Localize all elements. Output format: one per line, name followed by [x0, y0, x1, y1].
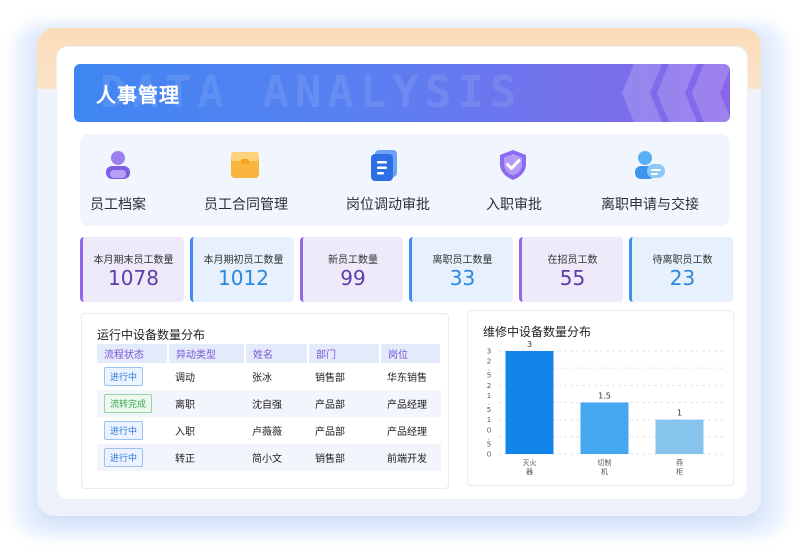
- y-tick-label: 3: [487, 348, 491, 356]
- user-exit-icon: [635, 151, 665, 179]
- table-cell: 产品经理: [387, 427, 427, 438]
- stat-label: 离职员工数量: [432, 255, 493, 266]
- stat-value: 99: [340, 266, 366, 290]
- employee-change-table: 流程状态 异动类型 姓名 部门 岗位 进行中 调动 张冰 销售部 华东销售 流转…: [97, 344, 442, 471]
- stat-card-start-employees: 本月期初员工数量 1012: [190, 237, 294, 302]
- status-badge: 流转完成: [104, 394, 153, 413]
- table-cell: 流转完成: [97, 390, 168, 417]
- stat-card-resigned-employees: 离职员工数量 33: [409, 237, 513, 302]
- bar-value-label: 1.5: [598, 392, 611, 401]
- stat-label: 在招员工数: [547, 255, 598, 266]
- menu-item-label: 岗位调动审批: [346, 197, 430, 213]
- x-tick-label: 灭火器: [523, 459, 537, 476]
- stat-card-new-employees: 新员工数量 99: [300, 237, 403, 302]
- menu-item-label: 员工档案: [90, 197, 146, 213]
- table-cell: 简小文: [245, 444, 308, 471]
- bar-value-label: 1: [677, 409, 682, 418]
- table-row[interactable]: 进行中 转正 简小文 销售部 前端开发: [97, 444, 441, 471]
- user-profile-icon: [106, 151, 130, 179]
- y-tick-label: 0.5: [487, 426, 491, 448]
- document-icon: [371, 150, 397, 181]
- table-cell: 进行中: [97, 417, 168, 444]
- bar: [580, 402, 629, 454]
- menu-item-resignation-handover[interactable]: 离职申请与交接: [590, 134, 710, 226]
- menu-item-label: 入职审批: [486, 197, 542, 213]
- stat-value: 55: [559, 266, 586, 290]
- table-panel-title: 运行中设备数量分布: [97, 328, 206, 342]
- table-row[interactable]: 流转完成 离职 沈自强 产品部 产品经理: [97, 390, 441, 417]
- stat-value: 1078: [108, 266, 159, 290]
- y-tick-label: 0: [487, 451, 491, 459]
- stat-card-end-employees: 本月期末员工数量 1078: [80, 237, 184, 302]
- bar-chart: 0 0. 5 1 1. 5 2 2. 5 3 3 灭火器 1.5 切制机 1 燕柜: [487, 340, 723, 476]
- bar: [655, 419, 704, 454]
- status-badge: 进行中: [104, 367, 144, 386]
- table-cell: 调动: [175, 373, 195, 384]
- stat-card-pending-resignation: 待离职员工数 23: [629, 237, 733, 302]
- menu-item-contract-management[interactable]: 员工合同管理: [198, 134, 294, 226]
- menu-item-onboarding-approval[interactable]: 入职审批: [478, 134, 550, 226]
- table-cell: 华东销售: [387, 373, 427, 384]
- x-tick-label: 切制机: [598, 458, 612, 476]
- menu-item-employee-profile[interactable]: 员工档案: [80, 134, 156, 226]
- table-header-row: 流程状态 异动类型 姓名 部门 岗位: [97, 344, 442, 363]
- contract-folder-icon: [231, 152, 259, 178]
- table-cell: 离职: [168, 390, 245, 417]
- y-tick-label: 1: [487, 416, 491, 424]
- stat-label: 本月期初员工数量: [203, 255, 284, 266]
- table-cell: 进行中: [97, 363, 168, 390]
- table-row[interactable]: 进行中 调动 张冰 销售部 华东销售: [97, 363, 441, 390]
- table-cell: 产品部: [315, 427, 345, 438]
- table-cell: 销售部: [315, 373, 345, 384]
- status-badge: 进行中: [104, 448, 144, 467]
- y-tick-label: 2.5: [487, 358, 491, 380]
- header-banner: DATA ANALYSIS 人事管理: [74, 64, 730, 122]
- table-cell: 沈自强: [245, 390, 308, 417]
- table-cell: 转正: [168, 444, 245, 471]
- table-cell: 前端开发: [380, 444, 441, 471]
- menu-item-transfer-approval[interactable]: 岗位调动审批: [338, 134, 438, 226]
- table-panel: 运行中设备数量分布 流程状态 异动类型 姓名 部门 岗位 进行中 调动 张冰 销…: [81, 313, 449, 489]
- y-tick-label: 2: [487, 382, 491, 390]
- quick-menu: 员工档案 员工合同管理 岗位调动审批 入职审批 离职申请与交接: [80, 134, 730, 226]
- shield-check-icon: [500, 150, 526, 180]
- stat-value: 23: [669, 266, 696, 290]
- x-tick-label: 燕柜: [676, 458, 683, 476]
- table-cell: 卢薇薇: [252, 427, 282, 438]
- bar: [505, 351, 554, 454]
- y-tick-label: 1.5: [487, 392, 491, 414]
- stat-value: 33: [449, 266, 476, 290]
- table-cell: 销售部: [308, 444, 380, 471]
- chevron-decoration-icon: [657, 64, 697, 122]
- menu-item-label: 离职申请与交接: [601, 197, 699, 213]
- column-header-status: 流程状态: [97, 344, 169, 363]
- table-cell: 产品部: [308, 390, 380, 417]
- column-header-change-type: 异动类型: [168, 344, 246, 363]
- table-cell: 入职: [175, 427, 195, 438]
- table-cell: 产品经理: [380, 390, 441, 417]
- column-header-position: 岗位: [380, 344, 442, 363]
- column-header-name: 姓名: [245, 344, 309, 363]
- stat-label: 本月期末员工数量: [93, 255, 174, 266]
- column-header-department: 部门: [308, 344, 381, 363]
- menu-item-label: 员工合同管理: [204, 197, 288, 213]
- stat-card-recruiting: 在招员工数 55: [519, 237, 623, 302]
- chart-panel: 维修中设备数量分布 0 0. 5 1 1. 5 2 2. 5 3 3 灭火器 1.5 切制机 1 燕柜: [467, 310, 734, 486]
- table-cell: 张冰: [252, 373, 272, 384]
- stat-label: 新员工数量: [328, 255, 378, 266]
- chevron-decoration-icon: [622, 64, 662, 122]
- table-cell: 进行中: [97, 444, 168, 471]
- bar-value-label: 3: [527, 340, 532, 349]
- chevron-decoration-icon: [692, 64, 730, 122]
- status-badge: 进行中: [104, 421, 144, 440]
- table-row[interactable]: 进行中 入职 卢薇薇 产品部 产品经理: [97, 417, 441, 444]
- page-title: 人事管理: [96, 83, 180, 107]
- stat-label: 待离职员工数: [652, 255, 713, 266]
- stat-value: 1012: [218, 266, 269, 290]
